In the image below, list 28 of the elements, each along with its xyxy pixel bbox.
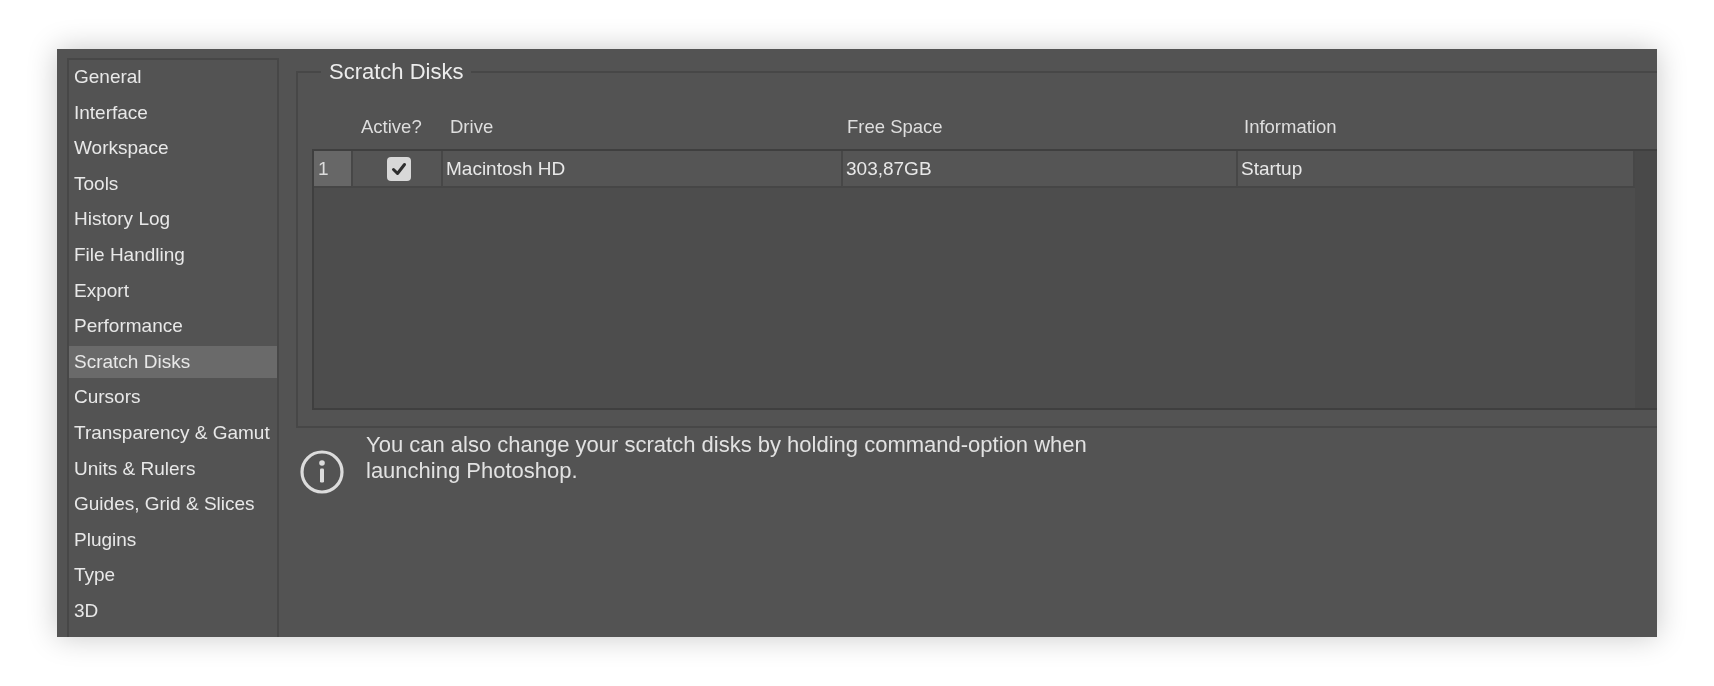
sidebar-item[interactable]: Interface bbox=[69, 96, 277, 129]
sidebar-item[interactable]: 3D bbox=[69, 594, 277, 627]
sidebar-item[interactable]: Type bbox=[69, 559, 277, 592]
row-number-cell: 1 bbox=[314, 151, 353, 188]
sidebar-item[interactable]: History Log bbox=[69, 203, 277, 236]
column-header: Active? bbox=[361, 115, 422, 137]
sidebar-item[interactable]: Performance bbox=[69, 310, 277, 343]
sidebar-item[interactable]: Export bbox=[69, 274, 277, 307]
sidebar-item[interactable]: General bbox=[69, 61, 277, 93]
sidebar-item[interactable]: Cursors bbox=[69, 381, 277, 414]
column-header: Free Space bbox=[847, 115, 943, 137]
checkbox[interactable] bbox=[386, 156, 411, 181]
info-icon bbox=[300, 450, 344, 494]
sidebar-item[interactable]: Workspace bbox=[69, 132, 277, 165]
group-title: Scratch Disks bbox=[328, 61, 465, 83]
table-cell: Startup bbox=[1238, 151, 1635, 188]
sidebar-item[interactable]: Units & Rulers bbox=[69, 452, 277, 485]
sidebar-item[interactable]: Transparency & Gamut bbox=[69, 416, 277, 449]
column-header: Information bbox=[1244, 115, 1337, 137]
table-cell: 303,87GB bbox=[843, 151, 1238, 188]
sidebar-item[interactable]: Scratch Disks bbox=[69, 345, 277, 378]
column-header: Drive bbox=[450, 115, 494, 137]
info-message: You can also change your scratch disks by holding command-option when launching Photoshop. bbox=[366, 432, 1088, 484]
table-cell: Macintosh HD bbox=[443, 151, 843, 188]
sidebar-item[interactable]: Guides, Grid & Slices bbox=[69, 488, 277, 521]
sidebar-item[interactable]: Plugins bbox=[69, 523, 277, 556]
sidebar-item[interactable]: Tools bbox=[69, 167, 277, 200]
sidebar-item[interactable]: File Handling bbox=[69, 238, 277, 271]
